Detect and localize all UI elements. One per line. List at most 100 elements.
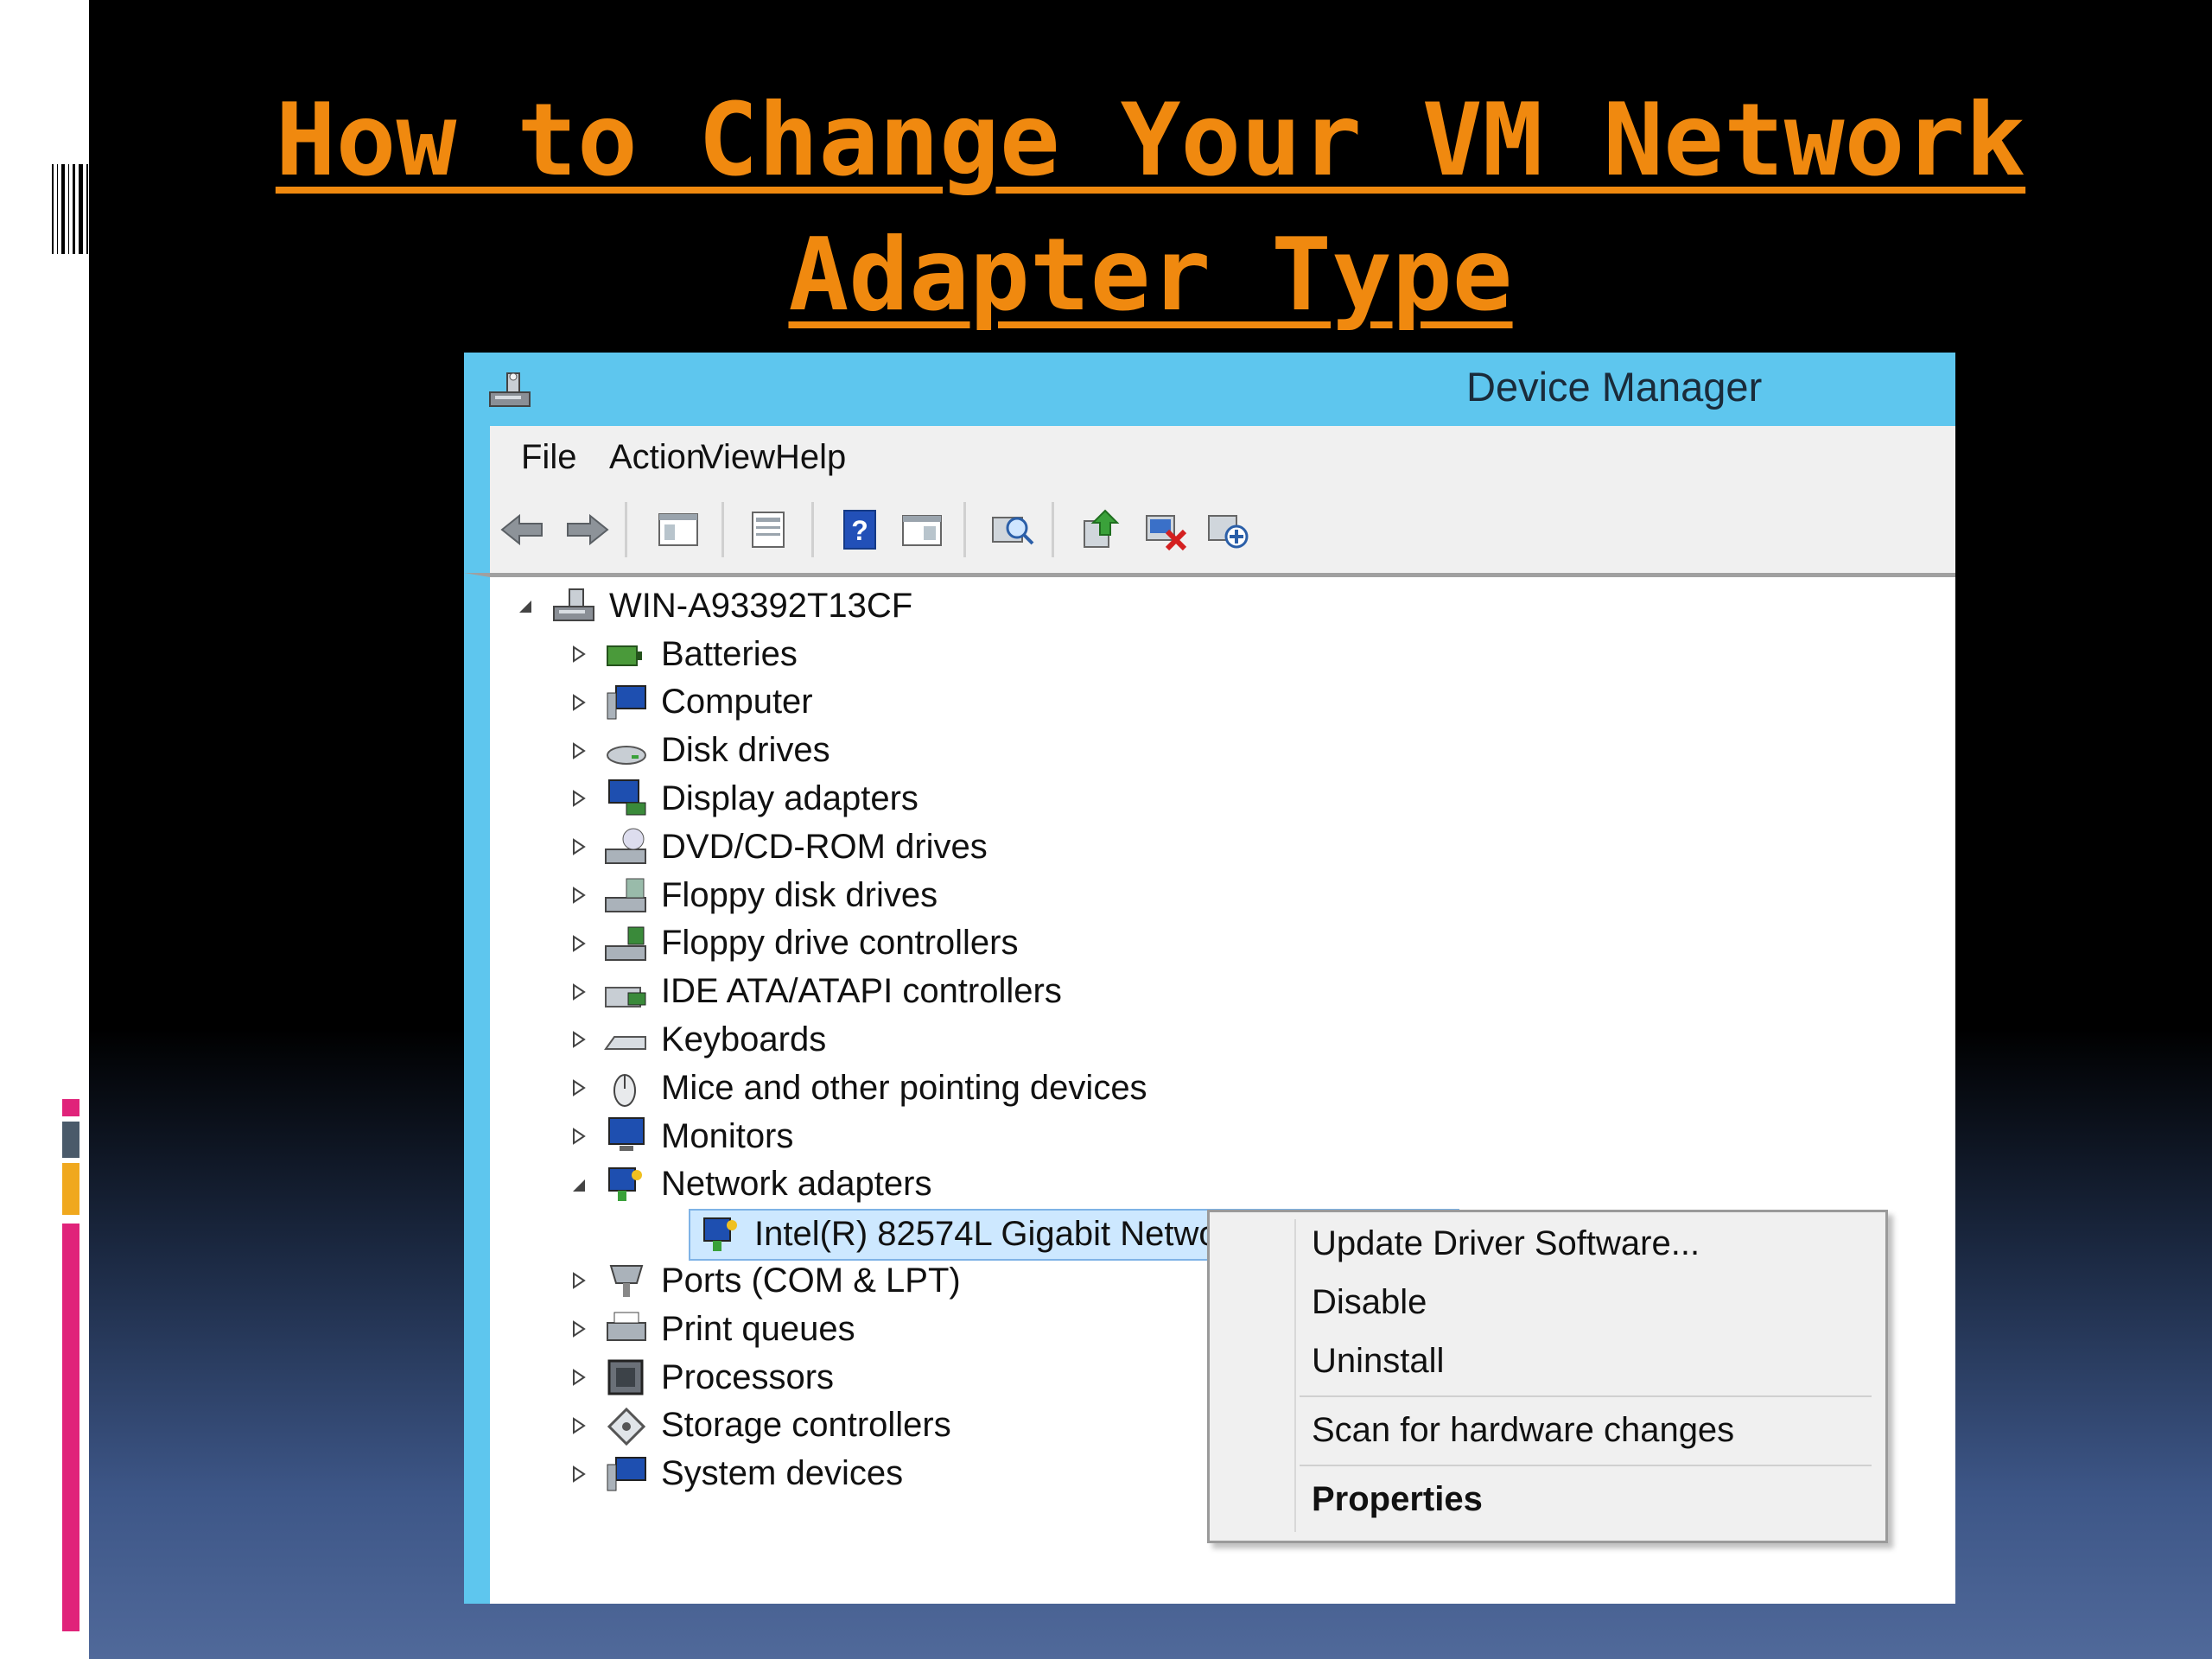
slide-title-line1: How to Change Your VM Network <box>275 82 2026 199</box>
uninstall-icon[interactable] <box>1141 505 1190 554</box>
menu-view[interactable]: View <box>701 438 775 477</box>
device-manager-icon <box>489 372 531 407</box>
menu-file[interactable]: File <box>521 438 576 477</box>
help-icon[interactable]: ? <box>836 505 884 554</box>
tree-category-row[interactable]: Floppy disk drives <box>568 871 938 919</box>
tree-category-label: Keyboards <box>661 1020 827 1058</box>
toolbar: ? <box>464 488 1955 573</box>
expand-icon[interactable] <box>568 1319 588 1339</box>
device-manager-window: Device Manager File Action View Help ? W… <box>464 353 1955 1604</box>
add-legacy-icon[interactable] <box>1204 505 1252 554</box>
expand-icon[interactable] <box>568 644 588 664</box>
tree-category-row[interactable]: Computer <box>568 678 813 727</box>
network-adapter-icon <box>608 1166 642 1201</box>
tree-category-label: Storage controllers <box>661 1406 951 1445</box>
tree-category-row[interactable]: Monitors <box>568 1112 793 1160</box>
tree-category-label: Network adapters <box>661 1165 932 1204</box>
expand-icon[interactable] <box>568 1077 588 1098</box>
tree-category-row[interactable]: Ports (COM & LPT) <box>568 1256 961 1305</box>
tree-category-label: Processors <box>661 1357 835 1396</box>
tree-category-label: Mice and other pointing devices <box>661 1068 1147 1107</box>
tree-category-row[interactable]: Processors <box>568 1353 834 1402</box>
collapse-icon[interactable] <box>568 1174 588 1195</box>
menu-item-scan-hardware[interactable]: Scan for hardware changes <box>1312 1411 1734 1450</box>
barcode-decoration <box>52 164 89 254</box>
tree-category-label: Batteries <box>661 634 798 673</box>
expand-icon[interactable] <box>568 1415 588 1436</box>
expand-icon[interactable] <box>568 982 588 1002</box>
tree-category-label: Print queues <box>661 1309 855 1348</box>
tree-category-label: IDE ATA/ATAPI controllers <box>661 972 1062 1011</box>
battery-icon <box>607 645 642 666</box>
toolbar-separator <box>1052 502 1054 557</box>
tree-category-label: Monitors <box>661 1116 794 1155</box>
mouse-icon <box>613 1074 636 1108</box>
toolbar-separator <box>811 502 814 557</box>
scan-hardware-icon[interactable] <box>988 505 1036 554</box>
menu-item-properties[interactable]: Properties <box>1312 1480 1483 1519</box>
back-arrow-icon[interactable] <box>499 505 547 554</box>
tree-root-row[interactable]: WIN-A93392T13CF <box>514 582 912 630</box>
accent-bar-pink-top <box>62 1099 79 1116</box>
tree-category-row[interactable]: Keyboards <box>568 1015 826 1064</box>
computer-icon <box>607 684 646 720</box>
menu-item-uninstall[interactable]: Uninstall <box>1312 1342 1444 1381</box>
floppy-controller-icon <box>605 926 646 961</box>
window-titlebar[interactable]: Device Manager <box>464 353 1955 426</box>
expand-icon[interactable] <box>568 1270 588 1291</box>
show-hide-tree-icon[interactable] <box>654 505 702 554</box>
ide-controller-icon <box>605 986 646 1007</box>
selected-device-label: Intel(R) 82574L Gigabit Network <box>754 1215 1247 1254</box>
tree-category-label: Floppy disk drives <box>661 875 938 914</box>
tree-category-row[interactable]: Network adapters <box>568 1160 931 1209</box>
tree-root-label: WIN-A93392T13CF <box>609 586 913 625</box>
tree-category-label: Display adapters <box>661 779 918 817</box>
display-adapter-icon <box>608 779 646 816</box>
tree-category-label: DVD/CD-ROM drives <box>661 827 988 866</box>
properties-icon[interactable] <box>744 505 792 554</box>
expand-icon[interactable] <box>568 933 588 954</box>
context-menu: Update Driver Software... Disable Uninst… <box>1207 1210 1888 1543</box>
expand-icon[interactable] <box>568 1029 588 1050</box>
expand-icon[interactable] <box>568 692 588 713</box>
tree-category-label: Disk drives <box>661 731 830 770</box>
slide-title-line2: Adapter Type <box>788 217 1513 334</box>
expand-icon[interactable] <box>568 836 588 857</box>
update-driver-icon[interactable] <box>1077 505 1126 554</box>
storage-controller-icon <box>607 1407 646 1446</box>
toolbar-separator <box>721 502 724 557</box>
menu-item-disable[interactable]: Disable <box>1312 1283 1427 1322</box>
forward-arrow-icon[interactable] <box>563 505 611 554</box>
window-title: Device Manager <box>1466 364 1763 410</box>
menu-item-update-driver[interactable]: Update Driver Software... <box>1312 1224 1700 1263</box>
toolbar-separator <box>625 502 627 557</box>
tree-category-row[interactable]: Storage controllers <box>568 1402 951 1450</box>
tree-category-row[interactable]: DVD/CD-ROM drives <box>568 823 988 871</box>
tree-category-row[interactable]: System devices <box>568 1450 903 1498</box>
system-device-icon <box>607 1456 646 1491</box>
dvd-drive-icon <box>605 828 646 865</box>
tree-category-row[interactable]: Batteries <box>568 630 798 678</box>
expand-icon[interactable] <box>568 1367 588 1388</box>
menu-help[interactable]: Help <box>775 438 846 477</box>
expand-icon[interactable] <box>568 788 588 809</box>
tree-category-row[interactable]: IDE ATA/ATAPI controllers <box>568 968 1062 1016</box>
accent-bar-gray <box>62 1122 79 1158</box>
collapse-icon[interactable] <box>514 595 535 616</box>
tree-category-label: Floppy drive controllers <box>661 924 1019 963</box>
menu-action[interactable]: Action <box>609 438 705 477</box>
tree-category-label: System devices <box>661 1454 904 1493</box>
network-adapter-icon <box>703 1217 737 1251</box>
tree-category-row[interactable]: Print queues <box>568 1305 855 1353</box>
tree-category-row[interactable]: Disk drives <box>568 727 830 775</box>
expand-icon[interactable] <box>568 885 588 906</box>
expand-icon[interactable] <box>568 1126 588 1147</box>
tree-category-row[interactable]: Mice and other pointing devices <box>568 1064 1147 1112</box>
view-icon[interactable] <box>898 505 946 554</box>
expand-icon[interactable] <box>568 741 588 761</box>
tree-category-row[interactable]: Display adapters <box>568 774 918 823</box>
monitor-icon <box>608 1117 645 1151</box>
tree-category-row[interactable]: Floppy drive controllers <box>568 919 1019 968</box>
expand-icon[interactable] <box>568 1464 588 1484</box>
tree-category-label: Computer <box>661 683 813 721</box>
